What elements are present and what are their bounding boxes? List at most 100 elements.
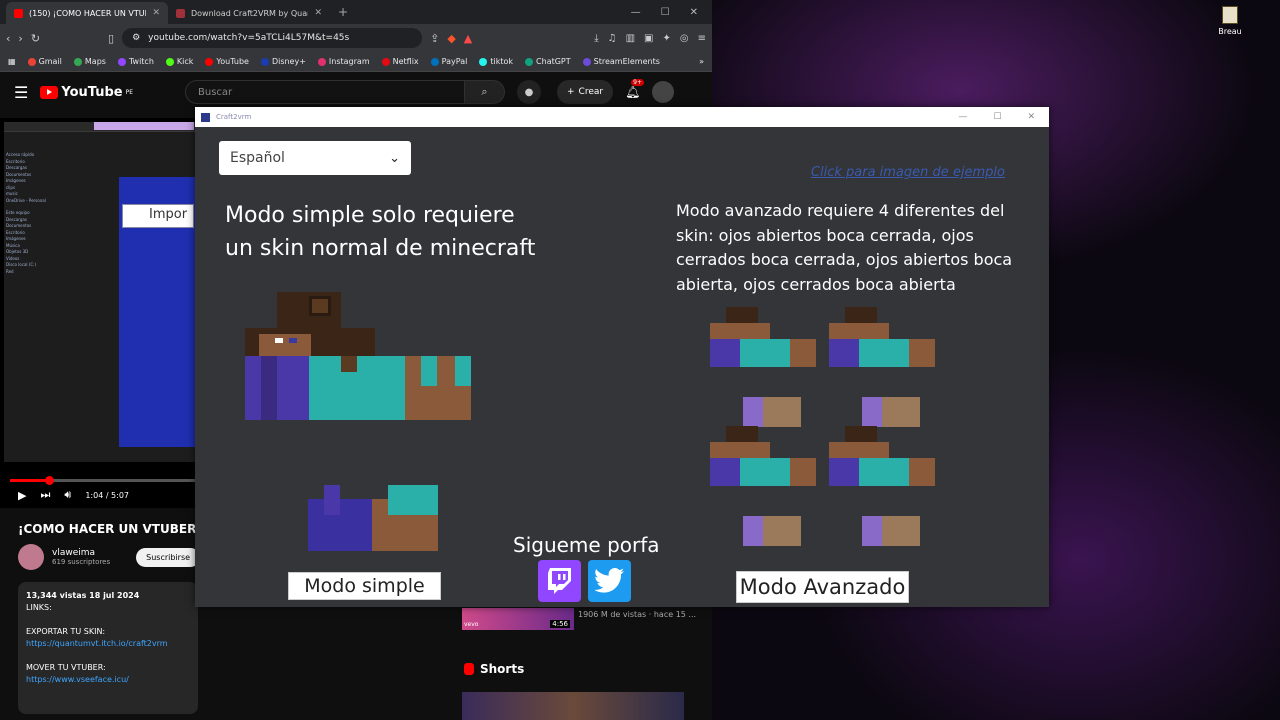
play-icon[interactable]: ▶	[18, 489, 26, 502]
close-tab-icon[interactable]: ✕	[152, 8, 160, 18]
craft2vrm-window: Craft2vrm — ☐ ✕ Español ⌄ Click para ima…	[195, 107, 1049, 607]
next-icon[interactable]: ⏭	[40, 488, 50, 502]
bookmark-instagram[interactable]: Instagram	[317, 57, 370, 66]
related-video-thumbnail[interactable]: vevo 4:56	[462, 608, 574, 630]
language-value: Español	[230, 150, 285, 166]
microphone-icon[interactable]: ●	[517, 80, 541, 104]
bookmark-youtube[interactable]: YouTube	[205, 57, 249, 66]
shorts-thumbnails[interactable]	[462, 692, 684, 720]
close-tab-icon[interactable]: ✕	[314, 8, 322, 18]
twitter-bird-icon	[594, 568, 624, 593]
video-progress-bar[interactable]	[10, 476, 196, 485]
close-window-icon[interactable]: ✕	[690, 7, 698, 18]
tab-download[interactable]: Download Craft2VRM by Quantum ✕	[168, 2, 330, 24]
language-select[interactable]: Español ⌄	[219, 141, 411, 175]
volume-icon[interactable]: 🔊︎	[64, 488, 71, 502]
back-icon[interactable]: ‹	[6, 32, 10, 45]
export-link[interactable]: https://quantumvt.itch.io/craft2vrm	[26, 638, 190, 650]
wallet-icon[interactable]: ▣	[644, 33, 653, 44]
video-description[interactable]: 13,344 vistas 18 jul 2024 LINKS: EXPORTA…	[18, 582, 198, 714]
more-bookmarks-icon[interactable]: »	[699, 57, 704, 66]
bookmark-disney[interactable]: Disney+	[260, 57, 306, 66]
move-link[interactable]: https://www.vseeface.icu/	[26, 674, 190, 686]
video-stats: 13,344 vistas 18 jul 2024	[26, 591, 140, 600]
bookmark-twitch[interactable]: Twitch	[117, 57, 154, 66]
twitter-button[interactable]	[588, 560, 631, 602]
reload-icon[interactable]: ↻	[31, 32, 40, 45]
site-info-icon[interactable]: ⚙	[132, 33, 140, 43]
minimize-icon[interactable]: —	[631, 7, 641, 18]
vpn-icon[interactable]: ◎	[680, 33, 689, 44]
chatgpt-icon	[525, 57, 534, 66]
channel-name[interactable]: vlaweima	[52, 548, 110, 558]
hamburger-menu-icon[interactable]: ☰	[14, 83, 28, 102]
advanced-mode-button[interactable]: Modo Avanzado	[736, 571, 909, 603]
channel-info: vlaweima 619 suscriptores Suscribirse	[18, 544, 201, 570]
maps-icon	[73, 57, 82, 66]
account-avatar[interactable]	[652, 81, 675, 103]
youtube-logo[interactable]: YouTube PE	[40, 85, 133, 100]
new-tab-button[interactable]: +	[338, 5, 348, 19]
search-icon[interactable]: ⌕	[465, 80, 505, 104]
download-icon[interactable]: ⤓	[594, 33, 598, 44]
sidebar-icon[interactable]: ▥	[626, 33, 635, 44]
follow-label: Sigueme porfa	[513, 533, 660, 557]
country-code: PE	[125, 88, 133, 96]
bookmark-icon[interactable]: ▯	[108, 32, 114, 45]
minimize-icon[interactable]: —	[958, 112, 967, 122]
desktop-shortcut-label: Breau	[1218, 27, 1242, 36]
bookmark-maps[interactable]: Maps	[73, 57, 106, 66]
simple-mode-button[interactable]: Modo simple	[288, 572, 441, 600]
youtube-header: ☰ YouTube PE Buscar ⌕ ● + Crear 🔔︎ 9+	[0, 78, 712, 106]
share-icon[interactable]: ⇪	[430, 32, 439, 45]
create-button[interactable]: + Crear	[557, 80, 614, 104]
bookmark-chatgpt[interactable]: ChatGPT	[525, 57, 571, 66]
close-window-icon[interactable]: ✕	[1027, 112, 1035, 122]
channel-subscribers: 619 suscriptores	[52, 558, 111, 566]
instagram-icon	[317, 57, 326, 66]
apps-icon[interactable]: ▦	[8, 57, 16, 66]
disney-icon	[260, 57, 269, 66]
video-player[interactable]: Acceso rápido Escritorio Descargas Document…	[0, 118, 199, 508]
youtube-search-input[interactable]: Buscar	[185, 80, 465, 104]
tab-youtube[interactable]: (150) ¡COMO HACER UN VTUBE ✕	[6, 2, 168, 24]
forward-icon[interactable]: ›	[18, 32, 22, 45]
shorts-icon	[464, 663, 474, 675]
channel-avatar[interactable]	[18, 544, 44, 570]
media-icon[interactable]: ♫	[608, 33, 617, 44]
maximize-icon[interactable]: ☐	[993, 112, 1001, 122]
youtube-favicon-icon	[14, 8, 23, 18]
twitch-icon	[117, 57, 126, 66]
maximize-icon[interactable]: ☐	[661, 7, 670, 18]
advanced-skin-open-eyes-open-mouth	[710, 426, 816, 488]
notifications-icon[interactable]: 🔔︎ 9+	[625, 79, 644, 99]
example-image-link[interactable]: Click para imagen de ejemplo	[811, 165, 1005, 180]
tiktok-icon	[479, 57, 488, 66]
file-icon	[1222, 6, 1238, 24]
extensions-icon[interactable]: ✦	[662, 33, 670, 44]
kick-icon	[165, 57, 174, 66]
brave-shield-icon[interactable]: ◆	[447, 32, 455, 45]
video-duration: 4:56	[550, 620, 570, 628]
bookmark-paypal[interactable]: PayPal	[430, 57, 467, 66]
rewards-icon[interactable]: ▲	[464, 32, 472, 45]
twitch-button[interactable]	[538, 560, 581, 602]
paypal-icon	[430, 57, 439, 66]
bookmark-tiktok[interactable]: tiktok	[479, 57, 513, 66]
shorts-heading[interactable]: Shorts	[464, 662, 524, 676]
menu-icon[interactable]: ≡	[698, 33, 706, 44]
netflix-icon	[381, 57, 390, 66]
export-label: EXPORTAR TU SKIN:	[26, 627, 106, 636]
app-titlebar: Craft2vrm — ☐ ✕	[195, 107, 1049, 127]
subscribe-button[interactable]: Suscribirse	[136, 547, 201, 567]
bookmark-gmail[interactable]: Gmail	[27, 57, 62, 66]
app-title: Craft2vrm	[216, 113, 252, 121]
player-controls: ▶ ⏭ 🔊︎ 1:04 / 5:07	[18, 488, 129, 502]
desktop-shortcut[interactable]: Breau	[1210, 6, 1250, 36]
bookmark-streamelements[interactable]: StreamElements	[582, 57, 660, 66]
address-bar[interactable]: ⚙ youtube.com/watch?v=5aTCLi4L57M&t=45s	[122, 28, 423, 48]
thumbnail-caption: vevo	[464, 621, 479, 628]
youtube-play-icon	[40, 85, 59, 99]
bookmark-netflix[interactable]: Netflix	[381, 57, 419, 66]
bookmark-kick[interactable]: Kick	[165, 57, 193, 66]
